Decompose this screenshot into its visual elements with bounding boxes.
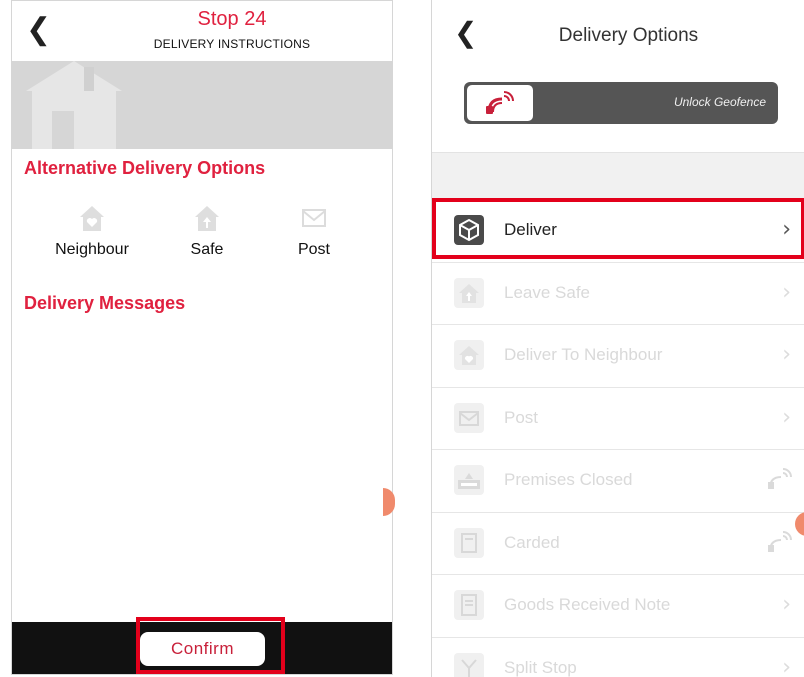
option-label: Neighbour (55, 241, 129, 258)
option-carded[interactable]: Carded (432, 513, 804, 575)
option-label: Leave Safe (504, 282, 591, 302)
option-label: Post (504, 407, 539, 427)
alt-options: Neighbour Safe Post (42, 203, 372, 273)
option-label: Deliver To Neighbour (504, 345, 663, 364)
option-neighbour[interactable]: Neighbour (42, 203, 142, 259)
option-safe[interactable]: Safe (157, 203, 257, 259)
page-title: Delivery Options (558, 25, 699, 46)
toggle-knob[interactable] (467, 85, 533, 121)
option-post[interactable]: Post › (432, 388, 804, 450)
header: ❮ Delivery Options (432, 0, 804, 70)
house-illustration-icon (26, 61, 122, 149)
house-arrow-icon (454, 277, 484, 308)
split-icon (454, 652, 484, 677)
delivery-instructions-screen: ❮ Stop 24 DELIVERY INSTRUCTIONS Alternat… (11, 0, 393, 675)
house-heart-icon (454, 340, 484, 370)
option-label: Premises Closed (504, 470, 633, 489)
delivery-options-list: Deliver › Leave Safe › Deliver To Neighb… (432, 200, 804, 677)
header: ❮ Stop 24 DELIVERY INSTRUCTIONS (12, 1, 392, 61)
house-arrow-icon (195, 206, 219, 231)
page-subtitle: DELIVERY INSTRUCTIONS (153, 37, 311, 51)
stop-title: Stop 24 (197, 8, 267, 30)
envelope-icon (454, 402, 484, 433)
house-banner (12, 61, 392, 149)
delivery-messages-title: Delivery Messages (24, 293, 186, 313)
closed-sign-icon (454, 465, 484, 495)
chevron-right-icon: › (782, 342, 791, 367)
geofence-label: Unlock Geofence (673, 95, 766, 109)
option-premises-closed[interactable]: Premises Closed (432, 450, 804, 513)
chevron-right-icon: › (782, 279, 791, 305)
option-leave-safe[interactable]: Leave Safe › (432, 263, 804, 325)
option-label: Split Stop (504, 657, 577, 677)
option-deliver-to-neighbour[interactable]: Deliver To Neighbour › (432, 325, 804, 388)
delivery-options-screen: ❮ Delivery Options Unlock Geofence Deliv… (431, 0, 804, 677)
satellite-lock-icon (486, 91, 514, 114)
chevron-right-icon: › (782, 404, 791, 430)
option-label: Goods Received Note (504, 595, 671, 614)
envelope-icon (302, 209, 326, 227)
house-heart-icon (80, 206, 104, 231)
option-split-stop[interactable]: Split Stop › (432, 638, 804, 677)
note-icon (454, 590, 484, 620)
option-label: Safe (190, 241, 224, 258)
option-label: Post (297, 241, 330, 258)
option-goods-received-note[interactable]: Goods Received Note › (432, 575, 804, 638)
option-post[interactable]: Post (264, 203, 364, 259)
alt-options-title: Alternative Delivery Options (24, 158, 266, 178)
satellite-icon (768, 468, 792, 489)
confirm-highlight-box (136, 617, 285, 674)
card-icon (454, 527, 484, 558)
option-label: Carded (504, 532, 560, 552)
deliver-highlight-box (432, 198, 804, 259)
satellite-icon (768, 530, 792, 552)
section-divider (432, 152, 804, 201)
unlock-geofence-toggle[interactable]: Unlock Geofence (464, 82, 778, 124)
chevron-right-icon: › (782, 592, 791, 617)
scroll-handle[interactable] (383, 488, 395, 516)
chevron-right-icon: › (782, 654, 791, 677)
